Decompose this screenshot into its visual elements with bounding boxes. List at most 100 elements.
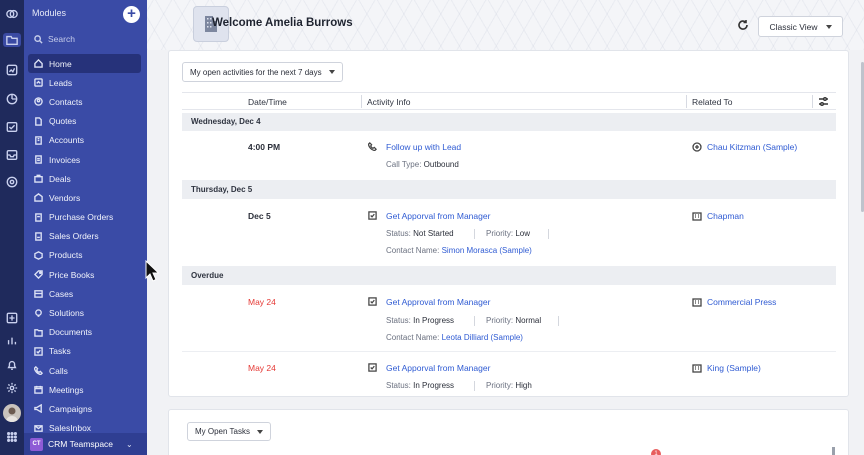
sidebar-item-label: Products — [49, 250, 83, 261]
detail-value: Normal — [515, 316, 542, 325]
requests-icon[interactable] — [5, 120, 19, 134]
teamspace-switcher[interactable]: CT CRM Teamspace ⌄ — [24, 433, 147, 455]
detail-value: In Progress — [413, 381, 455, 390]
related-to-text: Chapman — [707, 211, 744, 221]
sidebar-item-home[interactable]: Home — [28, 54, 141, 74]
open-tasks-card: My Open Tasks 1 — [168, 409, 849, 455]
view-switcher-dropdown[interactable]: Classic View — [758, 16, 843, 37]
contact-link[interactable]: Leota Dilliard (Sample) — [442, 333, 523, 342]
chevron-down-icon: ⌄ — [126, 439, 133, 449]
task-checkbox-icon — [368, 363, 377, 372]
detail-value: In Progress — [413, 316, 455, 325]
refresh-icon[interactable] — [737, 19, 749, 31]
sidebar-item-label: Home — [49, 58, 72, 69]
sidebar-item-label: Contacts — [49, 96, 83, 107]
activity-detail: Status: In Progress Priority: High — [386, 381, 532, 391]
column-settings-icon[interactable] — [818, 96, 829, 107]
sidebar-item-label: Tasks — [49, 346, 71, 357]
apps-grid-icon[interactable] — [5, 430, 19, 444]
sidebar-item-documents[interactable]: Documents — [28, 323, 141, 342]
table-row[interactable]: May 24 Get Approval from Manager Status:… — [182, 285, 836, 352]
detail-divider — [474, 381, 475, 391]
sidebar-item-purchase-orders[interactable]: Purchase Orders — [28, 208, 141, 227]
detail-value: Low — [515, 229, 531, 238]
activity-title-link[interactable]: Get Apporval from Manager — [386, 363, 490, 373]
tasks-filter-dropdown[interactable]: My Open Tasks — [187, 422, 271, 441]
activities-table-header: Date/Time Activity Info Related To — [182, 92, 836, 110]
welcome-banner: Welcome Amelia Burrows Classic View — [147, 0, 864, 50]
sidebar-item-vendors[interactable]: Vendors — [28, 188, 141, 207]
column-header-related[interactable]: Related To — [692, 97, 732, 107]
column-header-date[interactable]: Date/Time — [248, 97, 287, 107]
group-header: Overdue — [182, 267, 836, 285]
activity-title-link[interactable]: Follow up with Lead — [386, 142, 461, 152]
activity-date: Dec 5 — [248, 211, 271, 221]
activities-filter-dropdown[interactable]: My open activities for the next 7 days — [182, 62, 343, 82]
column-divider — [812, 95, 813, 108]
sidebar-item-label: Vendors — [49, 192, 81, 203]
add-entry-icon[interactable] — [5, 311, 19, 325]
sidebar-item-meetings[interactable]: Meetings — [28, 380, 141, 399]
sidebar-item-sales-orders[interactable]: Sales Orders — [28, 227, 141, 246]
page-title: Welcome Amelia Burrows — [212, 17, 353, 29]
tasks-scrollbar[interactable] — [832, 447, 835, 455]
activity-date: May 24 — [248, 297, 276, 307]
user-avatar[interactable] — [3, 404, 21, 422]
search-icon — [34, 34, 43, 44]
tasks-filter-label: My Open Tasks — [195, 427, 250, 436]
detail-label: Status: — [386, 381, 411, 390]
related-to-text: King (Sample) — [707, 363, 761, 373]
search-records-icon[interactable] — [5, 175, 19, 189]
related-to-link[interactable]: Commercial Press — [692, 297, 776, 307]
related-to-link[interactable]: King (Sample) — [692, 363, 761, 373]
reports-icon[interactable] — [5, 63, 19, 77]
sidebar-item-cases[interactable]: Cases — [28, 284, 141, 303]
sidebar-item-label: Purchase Orders — [49, 212, 114, 223]
notifications-bell-icon[interactable] — [5, 358, 19, 372]
activity-title-link[interactable]: Get Apporval from Manager — [386, 211, 490, 221]
related-to-text: Chau Kitzman (Sample) — [707, 142, 798, 152]
related-to-link[interactable]: Chau Kitzman (Sample) — [692, 142, 797, 152]
calls-icon — [34, 366, 43, 376]
team-name: CRM Teamspace — [48, 439, 114, 449]
column-header-info[interactable]: Activity Info — [367, 97, 410, 107]
sidebar-item-leads[interactable]: Leads — [28, 73, 141, 92]
task-checkbox-icon — [368, 211, 377, 220]
sidebar-item-tasks[interactable]: Tasks — [28, 342, 141, 361]
detail-label: Priority: — [486, 381, 514, 390]
table-row[interactable]: Dec 5 Get Apporval from Manager Status: … — [182, 199, 836, 267]
modules-folder-icon[interactable] — [3, 33, 21, 47]
view-switcher-label: Classic View — [769, 21, 818, 32]
related-to-link[interactable]: Chapman — [692, 211, 744, 221]
sidebar-item-quotes[interactable]: Quotes — [28, 112, 141, 131]
sidebar-item-label: Campaigns — [49, 403, 92, 414]
activity-title-link[interactable]: Get Approval from Manager — [386, 297, 490, 307]
activity-detail: Status: Not Started Priority: Low — [386, 229, 549, 239]
purchase-orders-icon — [35, 212, 42, 222]
inbox-icon[interactable] — [5, 148, 19, 162]
settings-gear-icon[interactable] — [5, 381, 19, 395]
table-row[interactable]: 4:00 PM Follow up with Lead Call Type: O… — [182, 131, 836, 181]
signals-icon[interactable] — [5, 334, 19, 348]
sidebar-item-accounts[interactable]: Accounts — [28, 131, 141, 150]
contact-link[interactable]: Simon Morasca (Sample) — [442, 246, 532, 255]
detail-divider — [548, 229, 549, 239]
sidebar-item-calls[interactable]: Calls — [28, 361, 141, 380]
table-row[interactable]: May 24 Get Apporval from Manager Status:… — [182, 352, 836, 396]
sidebar-item-deals[interactable]: Deals — [28, 169, 141, 188]
sidebar-search[interactable]: Search — [34, 34, 75, 44]
detail-divider — [474, 229, 475, 239]
sidebar-item-invoices[interactable]: Invoices — [28, 150, 141, 169]
sidebar-item-solutions[interactable]: Solutions — [28, 303, 141, 322]
sidebar-item-contacts[interactable]: Contacts — [28, 92, 141, 111]
sales-orders-icon — [35, 232, 42, 241]
add-module-button[interactable]: + — [123, 6, 140, 23]
sidebar-item-price-books[interactable]: Price Books — [28, 265, 141, 284]
sidebar-item-products[interactable]: Products — [28, 246, 141, 265]
account-icon — [692, 364, 702, 373]
detail-label: Priority: — [486, 229, 514, 238]
sidebar-item-campaigns[interactable]: Campaigns — [28, 399, 141, 418]
zoho-logo-icon[interactable] — [5, 7, 19, 21]
analytics-icon[interactable] — [5, 92, 19, 106]
phone-icon — [367, 142, 377, 152]
